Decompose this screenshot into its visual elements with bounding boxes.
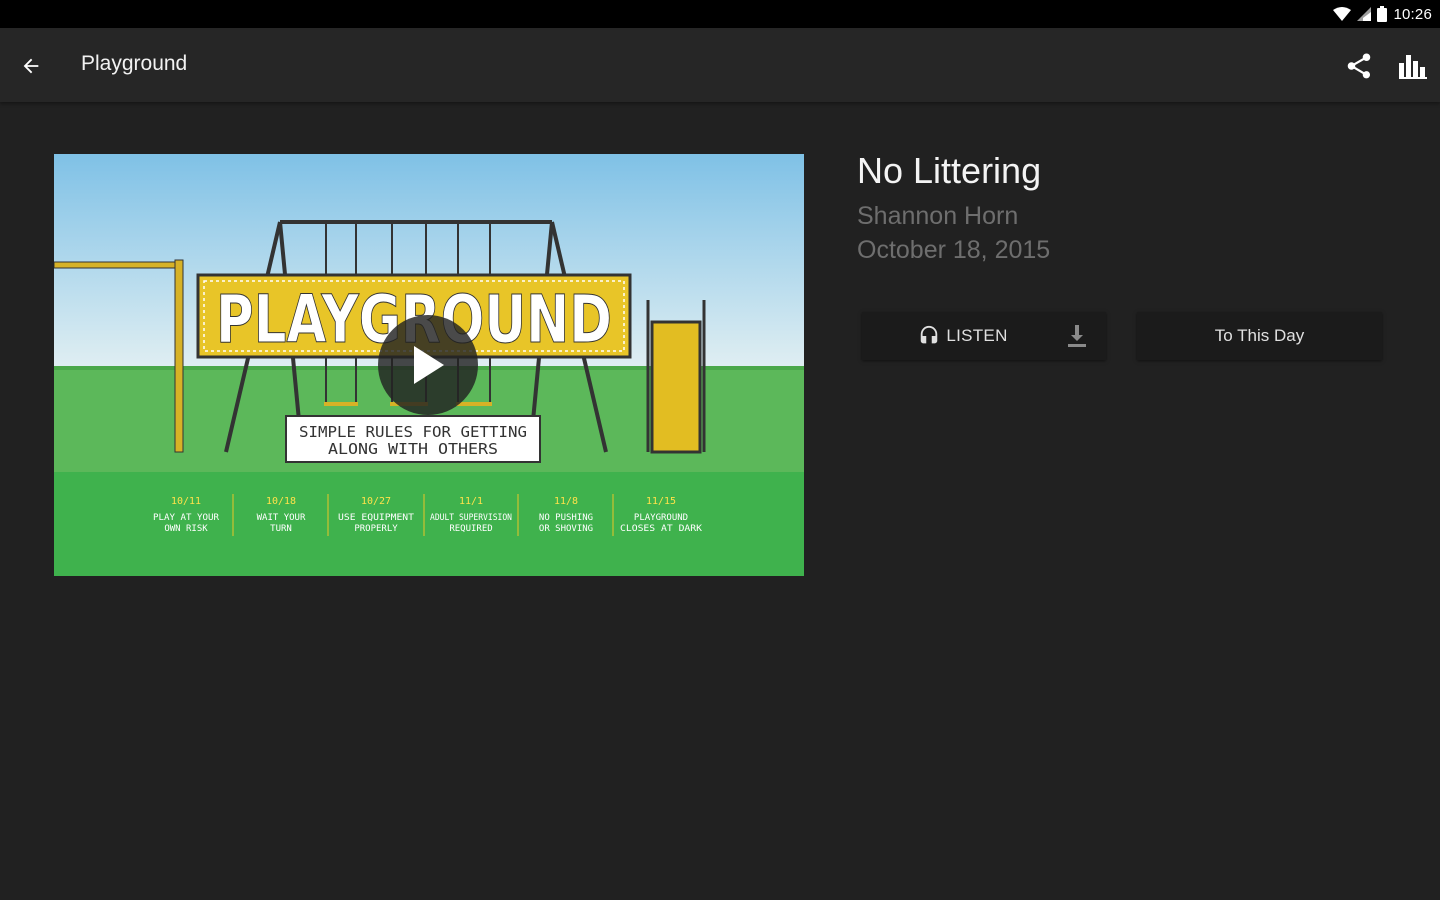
schedule-date: 10/27 (361, 496, 391, 507)
schedule-date: 10/11 (171, 496, 201, 507)
bar-chart-icon (1399, 55, 1427, 79)
schedule-date: 10/18 (266, 496, 296, 507)
share-icon (1347, 53, 1371, 79)
listen-group: LISTEN (862, 312, 1106, 360)
headphones-icon (921, 325, 938, 344)
schedule-line1: PLAY AT YOUR (153, 513, 220, 523)
listen-label: LISTEN (946, 326, 1008, 345)
sermon-artwork[interactable]: PLAYGROUND SIMPLE RULES FOR GETTING ALON… (54, 154, 804, 576)
page-title: Playground (81, 52, 188, 75)
share-button[interactable] (1340, 47, 1378, 85)
status-time: 10:26 (1393, 5, 1432, 23)
banner-subtitle-line2: ALONG WITH OTHERS (328, 440, 498, 458)
speaker-name: Shannon Horn (857, 202, 1019, 230)
arrow-back-icon (23, 58, 39, 74)
schedule-line2: REQUIRED (449, 524, 492, 534)
sermon-date: October 18, 2015 (857, 236, 1051, 264)
listen-button[interactable]: LISTEN (862, 312, 1048, 360)
schedule-line2: TURN (270, 524, 292, 534)
stats-button[interactable] (1394, 47, 1432, 85)
schedule-date: 11/1 (459, 496, 483, 507)
play-icon (414, 346, 444, 384)
series-button[interactable]: To This Day (1137, 312, 1382, 360)
schedule-line1: WAIT YOUR (257, 513, 306, 523)
app-bar: Playground (0, 28, 1440, 102)
banner-subtitle-line1: SIMPLE RULES FOR GETTING (299, 423, 527, 441)
status-icons: 10:26 (1333, 4, 1432, 24)
status-bar: 10:26 (0, 0, 1440, 28)
series-button-label: To This Day (1214, 326, 1305, 345)
schedule-line2: PROPERLY (354, 524, 398, 534)
schedule-line1: NO PUSHING (539, 513, 593, 523)
schedule-line1: ADULT SUPERVISION (430, 513, 512, 523)
schedule-line2: OR SHOVING (539, 524, 593, 534)
play-button[interactable] (378, 315, 478, 415)
wifi-icon (1333, 7, 1352, 21)
back-button[interactable] (14, 49, 48, 83)
signal-icon (1357, 7, 1372, 21)
schedule-line2: CLOSES AT DARK (620, 524, 703, 534)
schedule-line1: PLAYGROUND (634, 513, 688, 523)
download-icon (1068, 325, 1086, 347)
sermon-title: No Littering (857, 150, 1042, 191)
download-button[interactable] (1048, 312, 1106, 360)
schedule-line1: USE EQUIPMENT (338, 513, 415, 523)
schedule-date: 11/15 (646, 496, 676, 507)
battery-icon (1377, 6, 1388, 22)
schedule-date: 11/8 (554, 496, 578, 507)
schedule-line2: OWN RISK (164, 524, 208, 534)
